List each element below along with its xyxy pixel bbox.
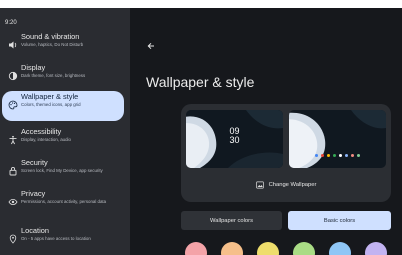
color-swatch[interactable]	[293, 242, 315, 255]
page-title: Wallpaper & style	[146, 74, 255, 90]
tab-wallpaper-colors[interactable]: Wallpaper colors	[181, 211, 282, 230]
display-icon	[8, 71, 18, 81]
back-arrow-icon[interactable]	[146, 38, 156, 50]
image-icon	[255, 181, 264, 189]
sidebar-item-wallpaper-style[interactable]: Wallpaper & style Colors, themed icons, …	[2, 91, 124, 121]
tablet-screen: 9:20 Sound & vibration Volume, haptics, …	[0, 8, 402, 255]
color-swatch[interactable]	[365, 242, 387, 255]
app-icon	[339, 154, 342, 157]
sidebar-item-location[interactable]: Location On - 5 apps have access to loca…	[2, 225, 124, 255]
sidebar-item-accessibility[interactable]: Accessibility Display, interaction, audi…	[2, 126, 124, 156]
sidebar-item-security[interactable]: Security Screen lock, Find My Device, ap…	[2, 157, 124, 187]
sidebar-item-subtitle: Display, interaction, audio	[21, 137, 71, 142]
app-icon	[315, 154, 318, 157]
app-dock	[289, 154, 386, 157]
accessibility-icon	[8, 135, 18, 145]
sidebar-item-subtitle: Dark theme, font size, brightness	[21, 73, 86, 78]
sidebar-item-title: Privacy	[21, 189, 46, 198]
app-icon	[357, 154, 360, 157]
home-screen-preview[interactable]	[289, 110, 386, 168]
color-swatch[interactable]	[329, 242, 351, 255]
sidebar-item-subtitle: Permissions, account activity, personal …	[21, 199, 107, 204]
wallpaper-preview-card: 09 30 Change Wallpaper	[181, 104, 391, 202]
color-source-tabs: Wallpaper colors Basic colors	[181, 211, 391, 230]
color-swatch[interactable]	[221, 242, 243, 255]
lock-screen-preview[interactable]: 09 30	[186, 110, 283, 168]
wallpaper-image	[289, 110, 386, 168]
location-icon	[8, 234, 18, 244]
status-time: 9:20	[5, 20, 17, 26]
lock-clock-minutes: 30	[229, 135, 240, 145]
color-swatch-row	[185, 242, 402, 255]
privacy-icon	[8, 197, 18, 207]
sidebar-item-title: Location	[21, 226, 49, 235]
sidebar-item-subtitle: Screen lock, Find My Device, app securit…	[21, 168, 103, 173]
change-wallpaper-button[interactable]: Change Wallpaper	[181, 177, 391, 193]
lock-icon	[8, 166, 18, 176]
app-icon	[321, 154, 324, 157]
palette-icon	[8, 100, 18, 110]
tab-basic-colors[interactable]: Basic colors	[288, 211, 391, 230]
sidebar-item-title: Accessibility	[21, 127, 62, 136]
color-swatch[interactable]	[257, 242, 279, 255]
lock-clock: 09 30	[186, 127, 283, 145]
speaker-icon	[8, 40, 18, 50]
sidebar-item-display[interactable]: Display Dark theme, font size, brightnes…	[2, 62, 124, 92]
sidebar-item-title: Display	[21, 63, 46, 72]
change-wallpaper-label: Change Wallpaper	[268, 182, 317, 188]
sidebar-item-subtitle: On - 5 apps have access to location	[21, 236, 91, 241]
app-icon	[327, 154, 330, 157]
app-icon	[333, 154, 336, 157]
wallpaper-style-panel: Wallpaper & style 09 30 Change Wallpaper…	[130, 8, 402, 255]
sidebar-item-title: Security	[21, 158, 48, 167]
sidebar-item-title: Wallpaper & style	[21, 92, 79, 101]
sidebar-item-sound[interactable]: Sound & vibration Volume, haptics, Do No…	[2, 31, 124, 61]
settings-sidebar: 9:20 Sound & vibration Volume, haptics, …	[0, 8, 130, 255]
sidebar-item-subtitle: Colors, themed icons, app grid	[21, 102, 81, 107]
app-icon	[351, 154, 354, 157]
app-icon	[345, 154, 348, 157]
sidebar-item-privacy[interactable]: Privacy Permissions, account activity, p…	[2, 188, 124, 218]
color-swatch[interactable]	[185, 242, 207, 255]
sidebar-item-subtitle: Volume, haptics, Do Not Disturb	[21, 42, 84, 47]
sidebar-item-title: Sound & vibration	[21, 32, 80, 41]
